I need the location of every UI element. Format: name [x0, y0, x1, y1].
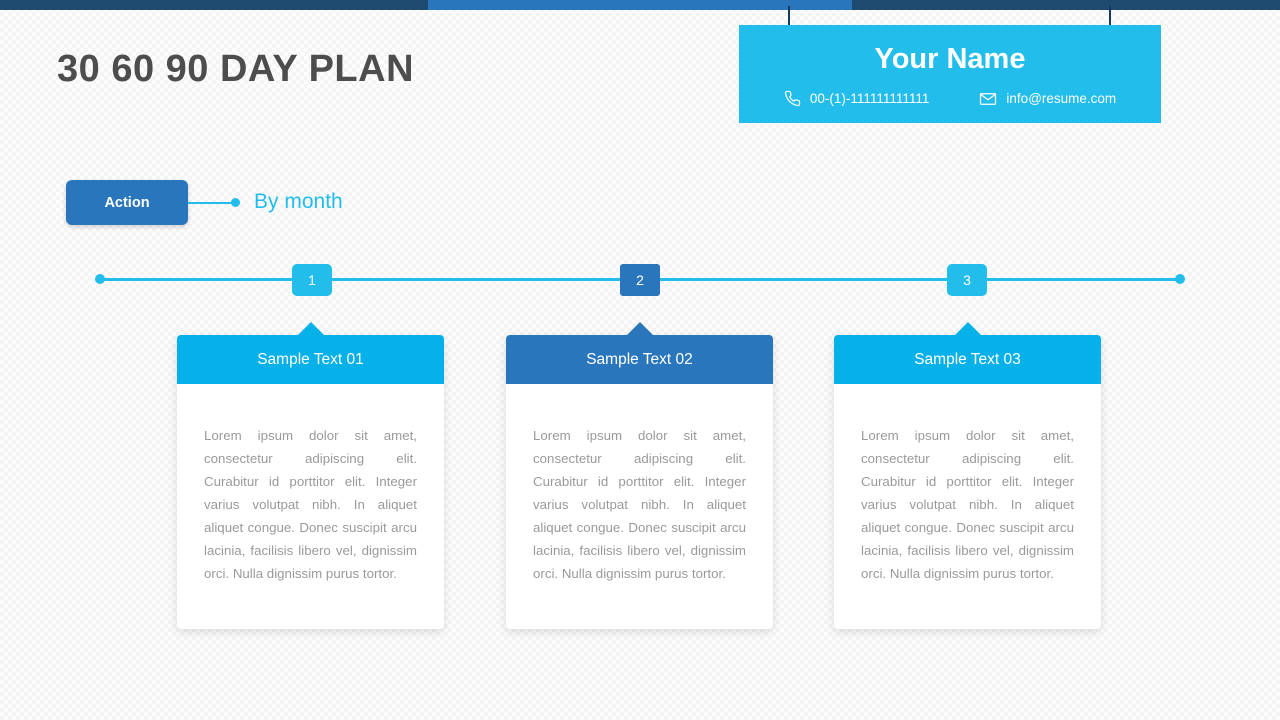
phone-number-text: 00-(1)-111111111111 — [809, 91, 930, 106]
info-card-3-arrow-icon — [953, 322, 982, 336]
info-card-3-body: Lorem ipsum dolor sit amet, consectetur … — [861, 428, 1074, 581]
phone-icon — [784, 90, 801, 107]
email-contact-item[interactable]: info@resume.com — [979, 90, 1116, 108]
info-card-3-header: Sample Text 03 — [834, 322, 1101, 384]
name-card: Your Name 00-(1)-111111111111 info@resum… — [739, 25, 1161, 123]
timeline-step-number-3: 3 — [963, 272, 971, 288]
info-card-2-header: Sample Text 02 — [506, 322, 773, 384]
top-decorative-bar — [0, 0, 1280, 10]
timeline-end-dot — [1175, 274, 1185, 284]
contact-row: 00-(1)-111111111111 info@resume.com — [784, 90, 1116, 108]
your-name-text: Your Name — [874, 42, 1026, 75]
by-month-label: By month — [254, 190, 343, 213]
info-card-2-body: Lorem ipsum dolor sit amet, consectetur … — [533, 428, 746, 581]
info-card-1-arrow-icon — [296, 322, 325, 336]
info-card-1-body: Lorem ipsum dolor sit amet, consectetur … — [204, 428, 417, 581]
page-title: 30 60 90 DAY PLAN — [57, 48, 415, 90]
action-button[interactable]: Action — [66, 180, 188, 225]
info-card-3: Sample Text 03 Lorem ipsum dolor sit ame… — [834, 322, 1101, 629]
timeline-step-number-2: 2 — [636, 272, 644, 288]
action-connector-dot — [231, 198, 240, 207]
info-card-1-header: Sample Text 01 — [177, 322, 444, 384]
info-card-3-title: Sample Text 03 — [914, 350, 1021, 368]
info-card-1: Sample Text 01 Lorem ipsum dolor sit ame… — [177, 322, 444, 629]
timeline-start-dot — [95, 274, 105, 284]
email-address-text: info@resume.com — [1006, 91, 1117, 106]
timeline-step-number-1: 1 — [308, 272, 316, 288]
timeline-step-badge-1[interactable]: 1 — [292, 264, 332, 296]
info-card-1-title: Sample Text 01 — [257, 350, 364, 368]
action-connector-line — [188, 202, 235, 204]
timeline-step-badge-3[interactable]: 3 — [947, 264, 987, 296]
envelope-icon — [979, 90, 997, 108]
slide-canvas: 30 60 90 DAY PLAN Your Name 00-(1)-11111… — [0, 0, 1280, 720]
info-card-2: Sample Text 02 Lorem ipsum dolor sit ame… — [506, 322, 773, 629]
info-card-2-title: Sample Text 02 — [586, 350, 693, 368]
phone-contact-item[interactable]: 00-(1)-111111111111 — [784, 90, 930, 107]
timeline-step-badge-2[interactable]: 2 — [620, 264, 660, 296]
info-card-2-arrow-icon — [625, 322, 654, 336]
